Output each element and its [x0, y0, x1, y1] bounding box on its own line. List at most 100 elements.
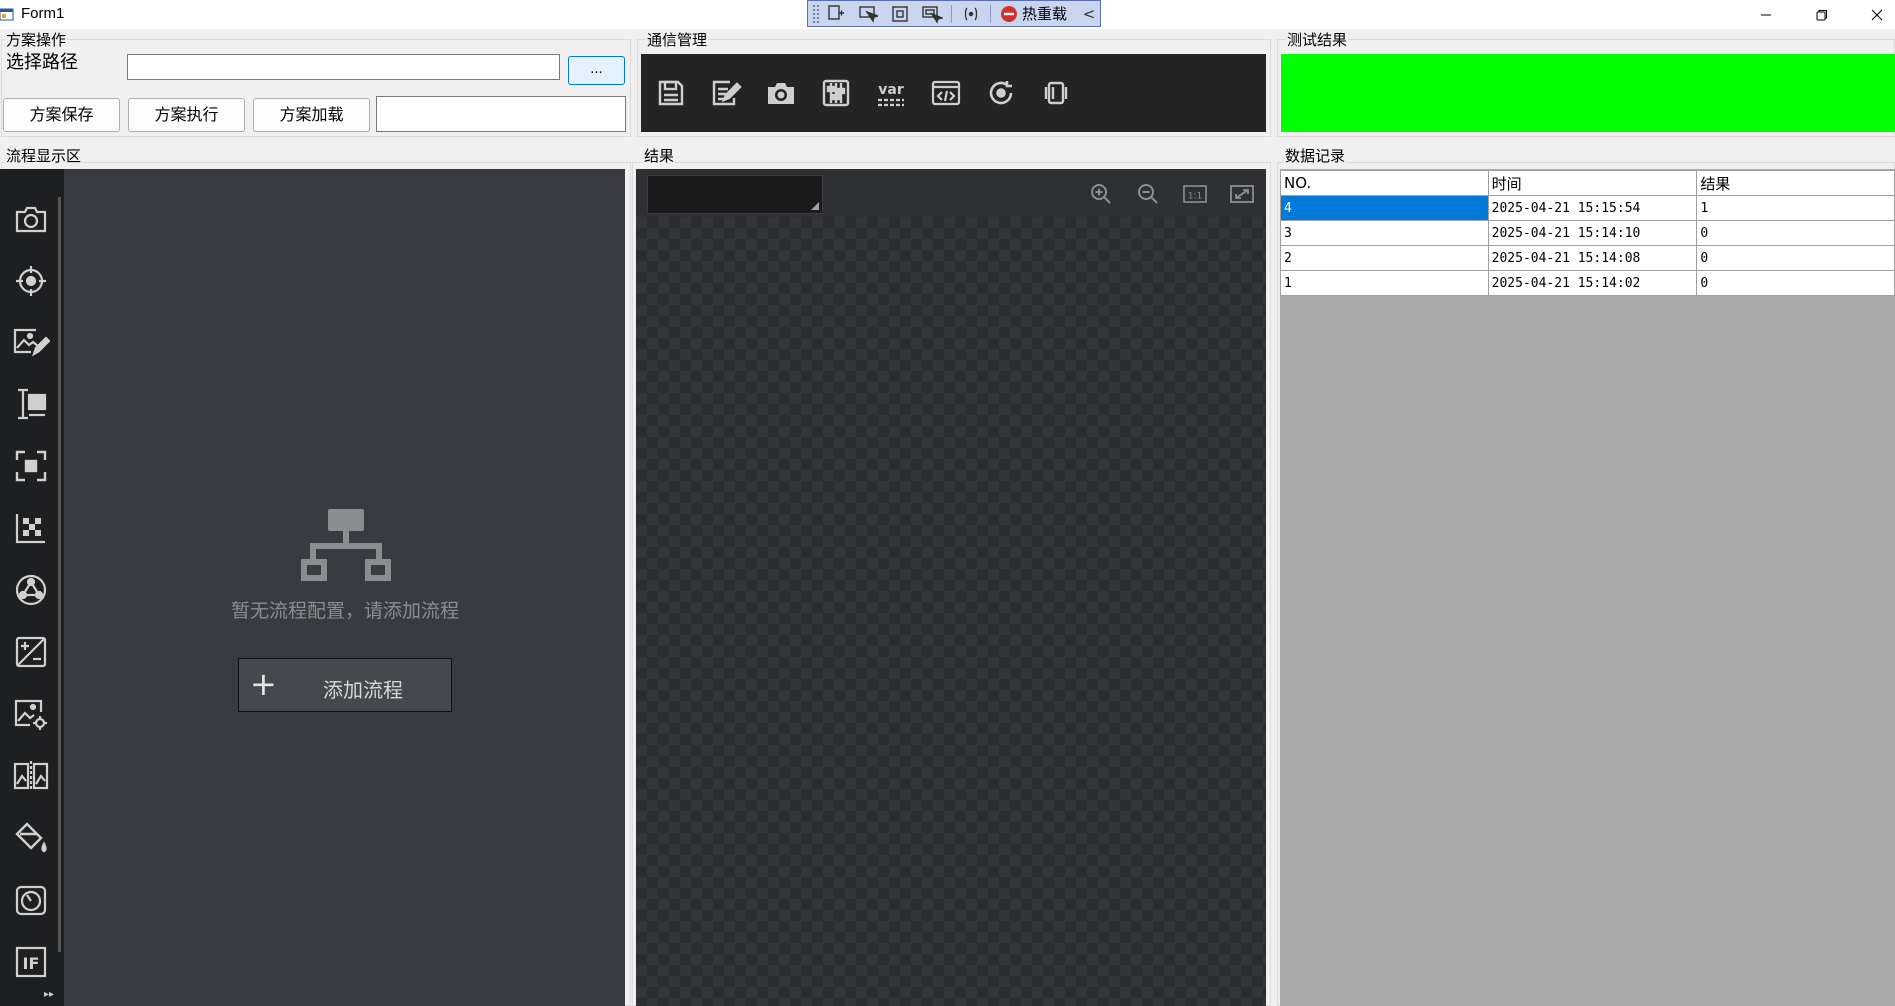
save-scheme-button[interactable]: 方案保存: [3, 98, 120, 132]
refresh-target-icon[interactable]: [982, 74, 1020, 112]
track-focus-icon[interactable]: [916, 2, 948, 26]
stop-icon: [1001, 5, 1017, 22]
app-icon: [0, 8, 14, 21]
path-label: 选择路径: [6, 52, 78, 73]
locate-icon[interactable]: [10, 260, 52, 302]
sliders-icon[interactable]: [817, 74, 855, 112]
cell-result[interactable]: 1: [1696, 195, 1895, 221]
table-row[interactable]: 3 2025-04-21 15:14:10 0: [1280, 220, 1895, 246]
zoom-in-icon[interactable]: [1088, 181, 1114, 207]
table-row[interactable]: 4 2025-04-21 15:15:54 1: [1280, 195, 1895, 221]
execute-scheme-button[interactable]: 方案执行: [128, 98, 245, 132]
close-button[interactable]: [1849, 0, 1895, 29]
cell-time[interactable]: 2025-04-21 15:15:54: [1487, 195, 1698, 221]
calc-icon[interactable]: [10, 631, 52, 673]
script-icon[interactable]: [927, 74, 965, 112]
title-bar: Form1 热重载 <: [0, 0, 1895, 29]
hot-reload-label: 热重载: [1022, 5, 1068, 23]
toolbar-grip[interactable]: [812, 3, 820, 24]
edit-icon[interactable]: [707, 74, 745, 112]
fit-window-icon[interactable]: [1229, 181, 1255, 207]
add-flow-button[interactable]: + 添加流程: [238, 658, 452, 712]
table-row[interactable]: 1 2025-04-21 15:14:02 0: [1280, 270, 1895, 296]
cell-time[interactable]: 2025-04-21 15:14:08: [1487, 245, 1698, 271]
cell-result[interactable]: 0: [1696, 245, 1895, 271]
close-icon: [1871, 9, 1883, 20]
compare-icon[interactable]: [10, 755, 52, 797]
expand-sidebar-icon[interactable]: ▸▸: [44, 989, 54, 1000]
chevron-left-icon: <: [1082, 4, 1096, 23]
if-icon[interactable]: IF: [10, 941, 52, 983]
svg-text:1:1: 1:1: [1188, 192, 1202, 202]
data-log-label: 数据记录: [1284, 145, 1347, 166]
binding-failures-icon[interactable]: [955, 2, 987, 26]
flowchart-icon: [301, 509, 391, 581]
window-title: Form1: [21, 5, 65, 22]
focus-icon[interactable]: [10, 445, 52, 487]
variable-icon[interactable]: var: [872, 74, 910, 112]
minimize-button[interactable]: [1738, 0, 1794, 29]
load-scheme-button[interactable]: 方案加载: [253, 98, 370, 132]
image-source-dropdown[interactable]: [647, 175, 823, 214]
svg-text:IF: IF: [23, 954, 40, 973]
column-header-no[interactable]: NO.: [1280, 170, 1489, 196]
empty-flow-text: 暂无流程配置，请添加流程: [230, 600, 459, 622]
data-table: NO. 时间 结果 4 2025-04-21 15:15:54 1 3 2025…: [1280, 170, 1895, 296]
table-header-row: NO. 时间 结果: [1280, 170, 1895, 196]
test-result-indicator: [1281, 54, 1895, 132]
table-row[interactable]: 2 2025-04-21 15:14:08 0: [1280, 245, 1895, 271]
actual-size-icon[interactable]: 1:1: [1182, 181, 1208, 207]
path-input[interactable]: [127, 54, 560, 80]
minimize-icon: [1761, 14, 1771, 15]
layout-adorner-icon[interactable]: [884, 2, 916, 26]
camera-icon[interactable]: [762, 74, 800, 112]
zoom-out-icon[interactable]: [1135, 181, 1161, 207]
toolbar-separator: [951, 4, 952, 23]
measure-icon[interactable]: [10, 383, 52, 425]
network-icon[interactable]: [10, 569, 52, 611]
tool-sidebar: IF ▸▸: [0, 169, 64, 1006]
cell-time[interactable]: 2025-04-21 15:14:02: [1487, 270, 1698, 296]
cell-result[interactable]: 0: [1696, 220, 1895, 246]
scheme-name-field[interactable]: [376, 96, 626, 132]
calibrate-icon[interactable]: [10, 507, 52, 549]
restore-button[interactable]: [1794, 0, 1850, 29]
comm-toolbar: var: [641, 54, 1266, 132]
column-header-result[interactable]: 结果: [1696, 170, 1895, 196]
cell-no[interactable]: 4: [1280, 195, 1489, 221]
device-icon[interactable]: [1037, 74, 1075, 112]
image-viewer[interactable]: 1:1: [636, 169, 1266, 1006]
image-settings-icon[interactable]: [10, 693, 52, 735]
data-log-grid[interactable]: NO. 时间 结果 4 2025-04-21 15:15:54 1 3 2025…: [1280, 169, 1895, 1006]
cell-result[interactable]: 0: [1696, 270, 1895, 296]
select-element-icon[interactable]: [852, 2, 884, 26]
save-icon[interactable]: [652, 74, 690, 112]
dropdown-arrow-icon: [811, 202, 819, 210]
flow-panel: IF ▸▸ 暂无流程配置，请添加流程 + 添加流程: [0, 169, 625, 1006]
hot-reload-button[interactable]: 热重载: [994, 3, 1073, 24]
result-label: 结果: [643, 145, 676, 166]
live-tree-icon[interactable]: [820, 2, 852, 26]
sidebar-scrollbar[interactable]: [58, 197, 61, 952]
column-header-time[interactable]: 时间: [1487, 170, 1698, 196]
restore-icon: [1816, 9, 1827, 20]
cell-no[interactable]: 3: [1280, 220, 1489, 246]
plus-icon: +: [250, 665, 277, 703]
viewer-toolbar: 1:1: [636, 169, 1266, 217]
browse-button[interactable]: ...: [568, 56, 625, 85]
camera-icon[interactable]: [10, 198, 52, 240]
fill-icon[interactable]: [10, 817, 52, 859]
flow-label: 流程显示区: [5, 145, 83, 166]
toolbar-separator: [990, 4, 991, 23]
test-result-label: 测试结果: [1286, 29, 1349, 50]
collapse-toolbar-button[interactable]: <: [1078, 2, 1100, 26]
add-flow-label: 添加流程: [323, 678, 403, 702]
cell-no[interactable]: 1: [1280, 270, 1489, 296]
image-edit-icon[interactable]: [10, 321, 52, 363]
scheme-ops-label: 方案操作: [5, 29, 68, 50]
image-canvas[interactable]: [636, 217, 1266, 1006]
cell-time[interactable]: 2025-04-21 15:14:10: [1487, 220, 1698, 246]
cell-no[interactable]: 2: [1280, 245, 1489, 271]
debug-toolbar: 热重载 <: [807, 0, 1101, 27]
timer-icon[interactable]: [10, 879, 52, 921]
